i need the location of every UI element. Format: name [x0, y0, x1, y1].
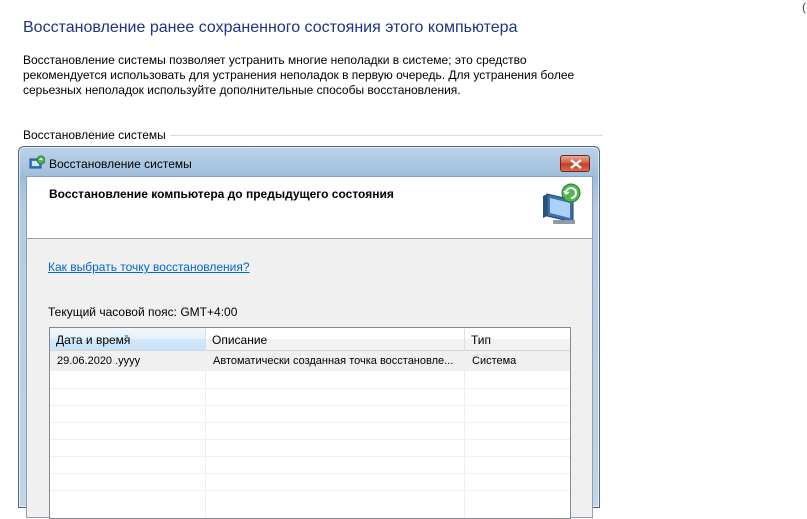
row-separator	[50, 439, 570, 440]
row-separator	[50, 388, 570, 389]
restore-point-help-link[interactable]: Как выбрать точку восстановления?	[48, 260, 250, 274]
column-date-label: Дата и время	[56, 333, 131, 347]
timezone-label: Текущий часовой пояс: GMT+4:00	[48, 305, 238, 319]
row-separator	[50, 456, 570, 457]
column-type-label: Тип	[471, 333, 492, 347]
row-separator	[50, 473, 570, 474]
restore-points-list[interactable]: ▼ Дата и время Описание Тип 29.06.2020 .…	[49, 327, 571, 519]
row-separator	[50, 405, 570, 406]
system-restore-dialog: Восстановление системы Восстановление ко…	[18, 146, 600, 519]
row-description: Автоматически созданная точка восстановл…	[213, 355, 454, 367]
column-divider	[464, 350, 465, 518]
column-date[interactable]: ▼ Дата и время	[50, 328, 206, 350]
page-description: Восстановление системы позволяет устрани…	[23, 53, 575, 97]
dialog-header: Восстановление компьютера до предыдущего…	[27, 177, 592, 239]
column-type[interactable]: Тип	[465, 328, 570, 350]
corner-glyph: (	[802, 0, 806, 14]
section-label: Восстановление системы	[23, 128, 170, 142]
table-row[interactable]: 29.06.2020 .yyyy Автоматически созданная…	[50, 351, 570, 371]
restore-computer-icon	[539, 182, 585, 228]
close-button[interactable]	[560, 155, 590, 172]
close-icon	[570, 159, 582, 169]
column-divider	[205, 350, 206, 518]
row-type: Система	[472, 355, 517, 367]
page-title: Восстановление ранее сохраненного состоя…	[23, 19, 518, 36]
dialog-titlebar[interactable]: Восстановление системы	[19, 147, 599, 175]
dialog-header-title: Восстановление компьютера до предыдущего…	[49, 187, 394, 201]
row-separator	[50, 490, 570, 491]
column-description[interactable]: Описание	[206, 328, 465, 350]
section-header: Восстановление системы	[23, 128, 603, 142]
system-restore-icon	[29, 155, 46, 171]
sort-arrow-icon: ▼	[123, 334, 130, 341]
row-date: 29.06.2020 .yyyy	[57, 355, 141, 367]
dialog-title: Восстановление системы	[49, 157, 192, 171]
column-description-label: Описание	[212, 333, 268, 347]
dialog-client-area: Восстановление компьютера до предыдущего…	[26, 176, 593, 519]
row-separator	[50, 422, 570, 423]
list-header: ▼ Дата и время Описание Тип	[50, 328, 570, 351]
